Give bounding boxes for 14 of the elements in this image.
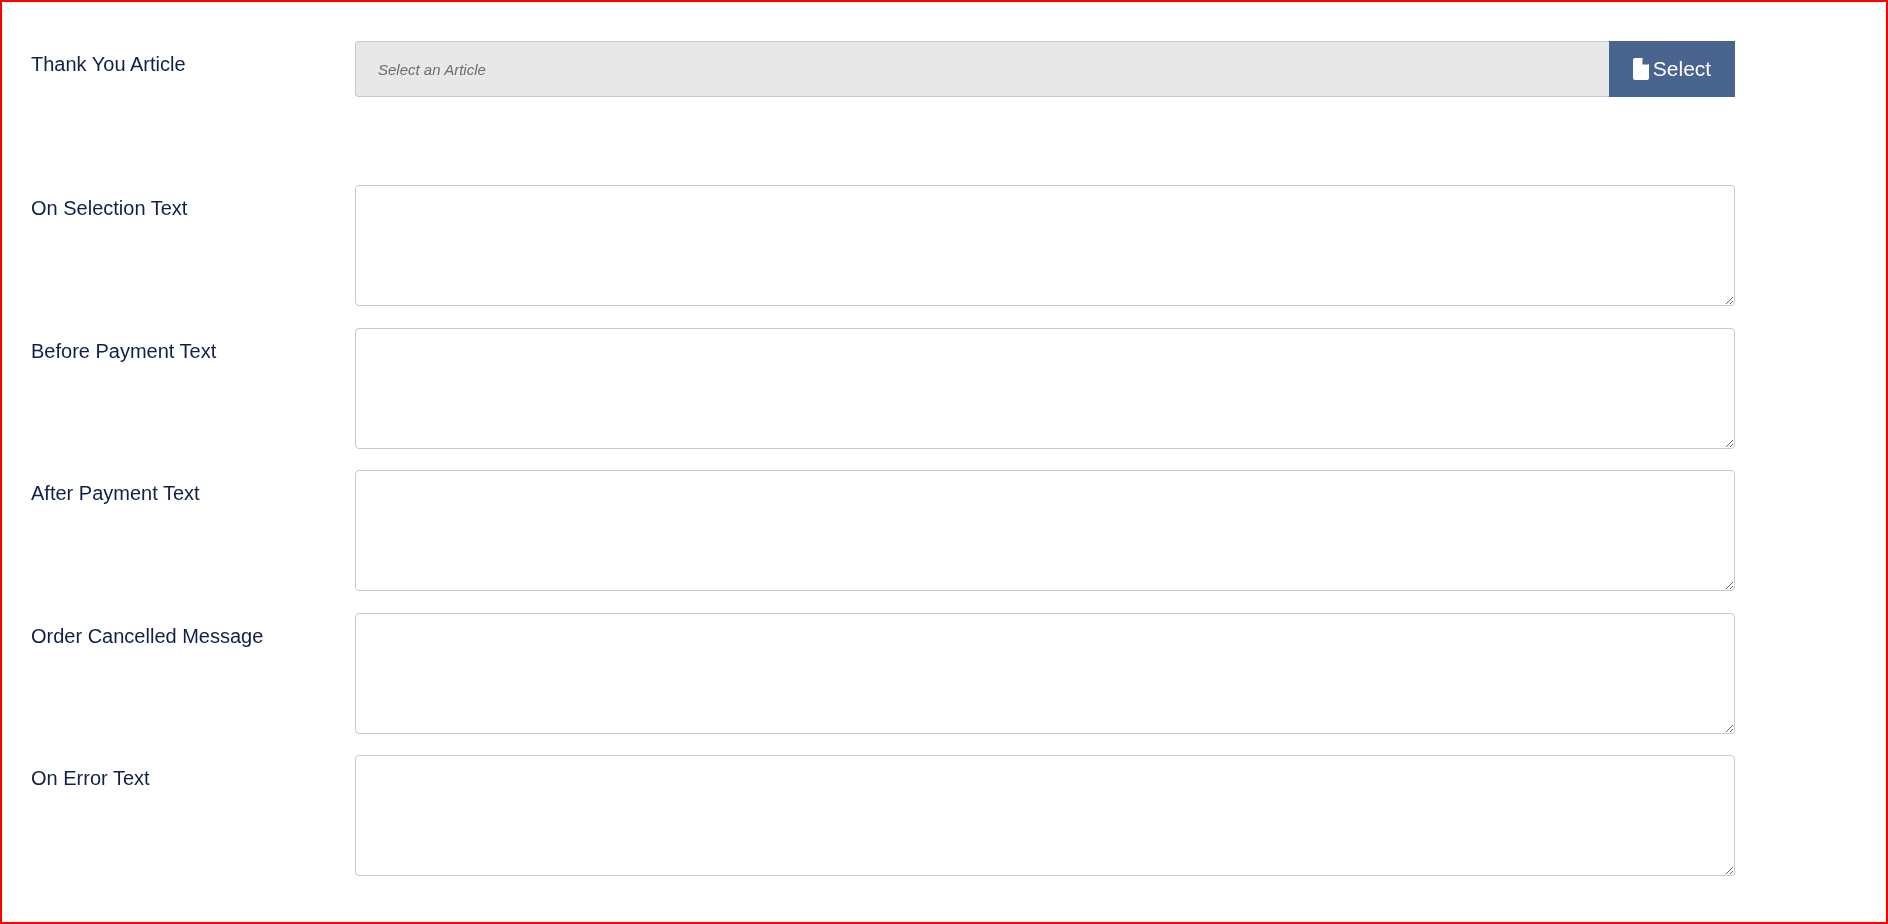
text-area-field[interactable] (355, 470, 1735, 591)
text-area-field[interactable] (355, 755, 1735, 876)
text-area-field[interactable] (355, 612, 1735, 734)
text-area-field[interactable] (355, 327, 1735, 449)
article-select-field[interactable]: Select an Article (355, 41, 1609, 97)
file-icon (1632, 58, 1649, 80)
field-label: On Selection Text (31, 196, 189, 220)
text-area-field[interactable] (355, 185, 1735, 306)
field-label: Order Cancelled Message (31, 623, 265, 648)
field-label: On Error Text (31, 766, 151, 790)
select-button[interactable]: Select (1609, 41, 1735, 97)
field-label: Thank You Article (31, 52, 187, 76)
field-label: After Payment Text (31, 481, 201, 505)
field-label: Before Payment Text (31, 338, 218, 363)
